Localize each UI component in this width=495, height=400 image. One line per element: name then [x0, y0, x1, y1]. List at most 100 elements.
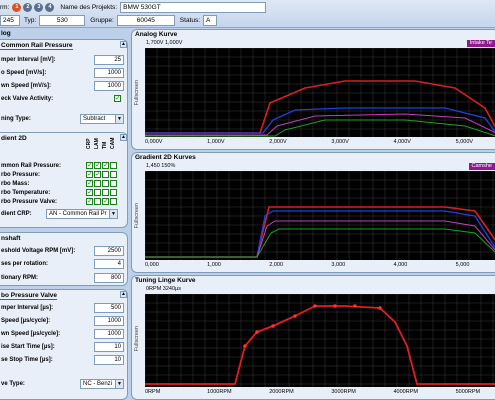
select-value: AN - Common Rail Pr — [49, 210, 107, 217]
chevron-down-icon: ▼ — [115, 114, 123, 123]
gruppe-label: Gruppe: — [90, 17, 114, 24]
gradient-checkbox[interactable] — [102, 171, 109, 178]
x-tick-label: 5000RPM — [455, 389, 481, 395]
analog-chart-title: Analog Kurve — [135, 31, 178, 38]
tuning-type-select[interactable]: Subtract ▼ — [80, 113, 124, 124]
step-4-button[interactable]: 4 — [45, 3, 55, 12]
threshold-voltage-input[interactable]: 2500 — [94, 245, 124, 256]
field-label: tionary RPM: — [1, 274, 39, 281]
header-row-2: 245 Typ: 530 Gruppe: 60045 Status: A — [0, 14, 218, 27]
status-field[interactable]: A — [203, 15, 218, 26]
common-rail-title: Common Rail Pressure — [0, 42, 73, 50]
gradient-checkbox[interactable] — [110, 171, 117, 178]
field-label: mper Interval [mV]: — [1, 56, 56, 63]
valve-damper-input[interactable]: 500 — [94, 302, 124, 313]
damper-interval-input[interactable]: 25 — [94, 54, 124, 65]
gradient-chart-plot[interactable] — [145, 171, 495, 260]
typ-field[interactable]: 530 — [39, 15, 86, 26]
gradient-checkbox[interactable] — [102, 189, 109, 196]
down-speed-input[interactable]: 1000 — [94, 80, 124, 91]
x-tick-label: 4,000V — [393, 139, 411, 145]
gradient-checkbox[interactable] — [102, 180, 109, 187]
scroll-up-icon[interactable]: ▲ — [120, 134, 127, 141]
gradient-checkbox[interactable] — [86, 197, 93, 205]
gradient-checkbox[interactable] — [110, 180, 117, 187]
chevron-down-icon: ▼ — [115, 379, 123, 388]
analog-legend-tag[interactable]: Intake Te — [466, 40, 495, 47]
step-2-button[interactable]: 2 — [23, 3, 33, 12]
gradient-checkbox[interactable] — [110, 162, 117, 169]
red-series-line — [145, 206, 495, 258]
gradient-checkbox[interactable] — [94, 180, 101, 187]
rise-stop-input[interactable]: 10 — [94, 354, 124, 365]
select-value: NC - Benzi — [83, 380, 113, 387]
gradient-checkbox[interactable] — [102, 197, 109, 205]
field-label: mper Interval [µs]: — [1, 304, 54, 311]
gradient-checkbox[interactable] — [86, 188, 93, 196]
form-row: Speed [µs/cycle]: 1000 — [0, 315, 124, 326]
turbo-valve-group: bo Pressure Valve ▲ mper Interval [µs]: … — [0, 289, 128, 400]
field-label: ning Type: — [1, 115, 31, 122]
gradient-checkbox[interactable] — [102, 161, 109, 169]
x-tick-label: 2000RPM — [269, 389, 294, 395]
gradient-checkbox[interactable] — [94, 189, 101, 196]
rise-start-input[interactable]: 10 — [94, 341, 124, 352]
gradient-checkbox[interactable] — [94, 198, 101, 205]
tuning-chart-title: Tuning Linge Kurve — [135, 277, 196, 284]
form-row: wn Speed [mV/s]: 1000 — [0, 80, 124, 91]
x-tick-label: 0,000 — [145, 262, 159, 268]
gradient-row-label: rbo Temperature: — [1, 189, 51, 196]
form-row: eshold Voltage RPM [mV]: 2500 — [0, 245, 124, 256]
charts-area: Analog Kurve 1,700V 1,000V Intake Te Ful… — [131, 29, 495, 400]
red-series-line — [145, 80, 495, 134]
valve-down-speed-input[interactable]: 1000 — [94, 328, 124, 339]
form-row: eck Valve Activity: — [0, 93, 124, 104]
step-3-button[interactable]: 3 — [34, 3, 44, 12]
check-valve-checkbox[interactable] — [114, 94, 121, 102]
tuning-point — [271, 324, 275, 328]
gradient-crp-select[interactable]: AN - Common Rail Pr ▼ — [46, 208, 118, 219]
project-name-field[interactable]: BMW 530GT — [120, 2, 267, 13]
dialog-title: log — [1, 30, 11, 37]
field-label: ve Type: — [1, 380, 25, 387]
step-1-button[interactable]: 1 — [12, 3, 22, 12]
scroll-up-icon[interactable]: ▲ — [120, 291, 127, 298]
form-row: wn Speed [µs/cycle]: 1000 — [0, 328, 124, 339]
x-tick-label: 5,000V — [455, 139, 474, 145]
scroll-up-icon[interactable]: ▲ — [120, 41, 127, 48]
form-row: ning Type: Subtract ▼ — [0, 113, 124, 124]
form-row: dient CRP: AN - Common Rail Pr ▼ — [0, 208, 124, 219]
tuning-chart-readout: 0RPM 3240µs — [146, 286, 181, 292]
gradient-checkbox[interactable] — [86, 179, 93, 187]
gruppe-field[interactable]: 60045 — [116, 15, 175, 26]
gradient-checkbox[interactable] — [94, 161, 101, 169]
analog-x-axis: 0,000V 1,000V 2,000V 3,000V 4,000V 5,000V — [145, 139, 495, 146]
x-tick-label: 1,000 — [207, 262, 221, 268]
gradient-x-axis: 0,000 1,000 2,000 3,000 4,000 5,000 — [145, 262, 495, 269]
gradient-row: rbo Pressure Valve: — [0, 196, 124, 207]
pulses-per-rotation-input[interactable]: 4 — [94, 258, 124, 269]
up-speed-input[interactable]: 1000 — [94, 67, 124, 78]
gradient-row-label: rbo Mass: — [1, 180, 30, 187]
field-label: dient CRP: — [1, 210, 32, 217]
tuning-point — [293, 314, 297, 318]
stationary-rpm-input[interactable]: 800 — [94, 272, 124, 283]
analog-chart-plot[interactable] — [145, 48, 495, 137]
gradient-legend-tag[interactable]: Camshe — [468, 163, 495, 170]
valve-up-speed-input[interactable]: 1000 — [94, 315, 124, 326]
x-tick-label: 2,000V — [269, 139, 287, 145]
gradient-checkbox[interactable] — [110, 189, 117, 196]
tuning-chart-plot[interactable] — [145, 294, 495, 387]
form-row: se Stop Time [µs]: 10 — [0, 354, 124, 365]
id-field[interactable]: 245 — [0, 15, 20, 26]
valve-type-select[interactable]: NC - Benzi ▼ — [80, 378, 124, 389]
header-row-1: rm: 1 2 3 4 Name des Projekts: BMW 530GT — [0, 1, 267, 14]
gradient-checkbox[interactable] — [94, 170, 101, 178]
select-value: Subtract — [83, 115, 106, 122]
field-label: o Speed [mV/s]: — [1, 69, 47, 76]
gradient-checkbox[interactable] — [86, 170, 93, 178]
gradient-checkbox[interactable] — [86, 161, 93, 169]
gradient-row-label: rbo Pressure Valve: — [1, 198, 58, 205]
gradient-checkbox[interactable] — [110, 198, 117, 205]
analog-chart-panel: Analog Kurve 1,700V 1,000V Intake Te Ful… — [131, 29, 495, 150]
